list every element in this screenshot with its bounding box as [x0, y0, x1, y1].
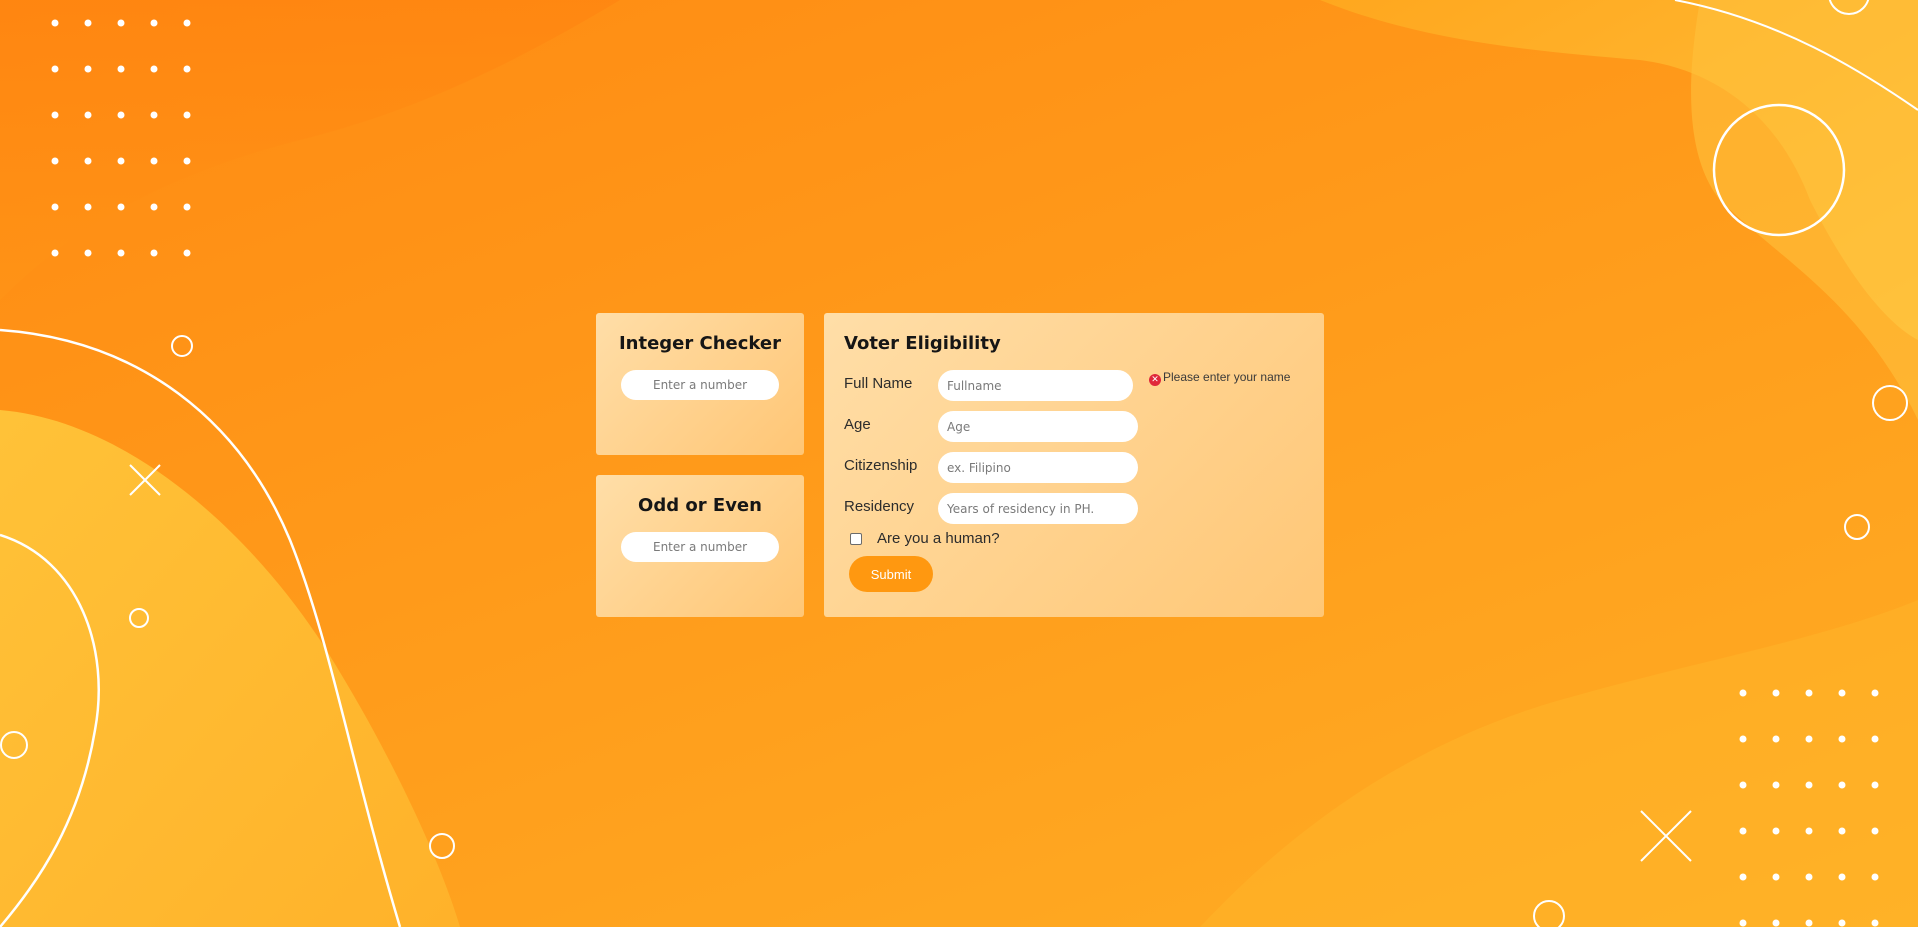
integer-checker-title: Integer Checker [618, 333, 782, 354]
decorative-dot [1739, 919, 1747, 927]
decorative-dot [150, 249, 158, 257]
decorative-dot [51, 203, 59, 211]
decorative-dot [84, 157, 92, 165]
decorative-dot [183, 203, 191, 211]
decorative-dot [1739, 735, 1747, 743]
decorative-dot [84, 65, 92, 73]
decorative-dot [84, 111, 92, 119]
decorative-dot [1805, 781, 1813, 789]
decorative-dot [1871, 689, 1879, 697]
human-checkbox[interactable] [850, 533, 862, 545]
citizenship-input[interactable] [938, 452, 1138, 483]
decorative-dot [150, 111, 158, 119]
decorative-dot [150, 65, 158, 73]
decorative-dot [51, 249, 59, 257]
decorative-dot [1805, 919, 1813, 927]
decorative-dot [1871, 735, 1879, 743]
decorative-dot [51, 111, 59, 119]
voter-eligibility-card: Voter Eligibility Full Name ✕Please ente… [824, 313, 1324, 617]
voter-eligibility-title: Voter Eligibility [844, 333, 1001, 354]
age-label: Age [844, 416, 871, 433]
integer-checker-card: Integer Checker [596, 313, 804, 455]
odd-or-even-input[interactable] [621, 532, 779, 562]
decorative-dot [183, 249, 191, 257]
decorative-dot [1805, 689, 1813, 697]
decorative-dot [1871, 827, 1879, 835]
decorative-dot [84, 203, 92, 211]
decorative-dot [1772, 689, 1780, 697]
error-x-icon: ✕ [1149, 374, 1161, 386]
decorative-dot [150, 19, 158, 27]
decorative-dot [1871, 873, 1879, 881]
decorative-dot [150, 157, 158, 165]
decorative-dot [1838, 735, 1846, 743]
full-name-error-text: Please enter your name [1163, 370, 1291, 384]
decorative-dot [84, 19, 92, 27]
decorative-dot [51, 157, 59, 165]
decorative-dot [1772, 781, 1780, 789]
submit-button[interactable]: Submit [849, 556, 933, 592]
integer-checker-input[interactable] [621, 370, 779, 400]
age-input[interactable] [938, 411, 1138, 442]
decorative-dot [51, 65, 59, 73]
decorative-dot [183, 157, 191, 165]
decorative-dot [1838, 781, 1846, 789]
odd-or-even-card: Odd or Even [596, 475, 804, 617]
decorative-dot [1805, 735, 1813, 743]
decorative-dot [1871, 781, 1879, 789]
decorative-dot [51, 19, 59, 27]
decorative-dot [1739, 689, 1747, 697]
residency-label: Residency [844, 498, 915, 515]
decorative-dot [1772, 873, 1780, 881]
decorative-dot [1772, 919, 1780, 927]
decorative-dot [1772, 735, 1780, 743]
decorative-dot [1805, 827, 1813, 835]
decorative-dot [1739, 781, 1747, 789]
decorative-dot [183, 19, 191, 27]
decorative-dot [1805, 873, 1813, 881]
decorative-dot [1838, 919, 1846, 927]
decorative-dot [117, 157, 125, 165]
full-name-input[interactable] [938, 370, 1133, 401]
decorative-dot [183, 65, 191, 73]
decorative-dot [1871, 919, 1879, 927]
residency-input[interactable] [938, 493, 1138, 524]
decorative-dot [1772, 827, 1780, 835]
decorative-dot [1838, 689, 1846, 697]
odd-or-even-title: Odd or Even [638, 495, 762, 516]
decorative-dot [117, 249, 125, 257]
decorative-dot [117, 203, 125, 211]
decorative-dot [117, 19, 125, 27]
decorative-dot [1838, 873, 1846, 881]
full-name-error: ✕ Please enter your name [1149, 370, 1299, 386]
decorative-dot [1739, 827, 1747, 835]
decorative-dot [1739, 873, 1747, 881]
decorative-dot [117, 65, 125, 73]
decorative-dot [150, 203, 158, 211]
full-name-label: Full Name [844, 375, 913, 392]
citizenship-label: Citizenship [844, 457, 918, 474]
decorative-dot [117, 111, 125, 119]
decorative-dot [183, 111, 191, 119]
human-checkbox-label: Are you a human? [877, 530, 1000, 547]
decorative-dot [84, 249, 92, 257]
decorative-dot [1838, 827, 1846, 835]
